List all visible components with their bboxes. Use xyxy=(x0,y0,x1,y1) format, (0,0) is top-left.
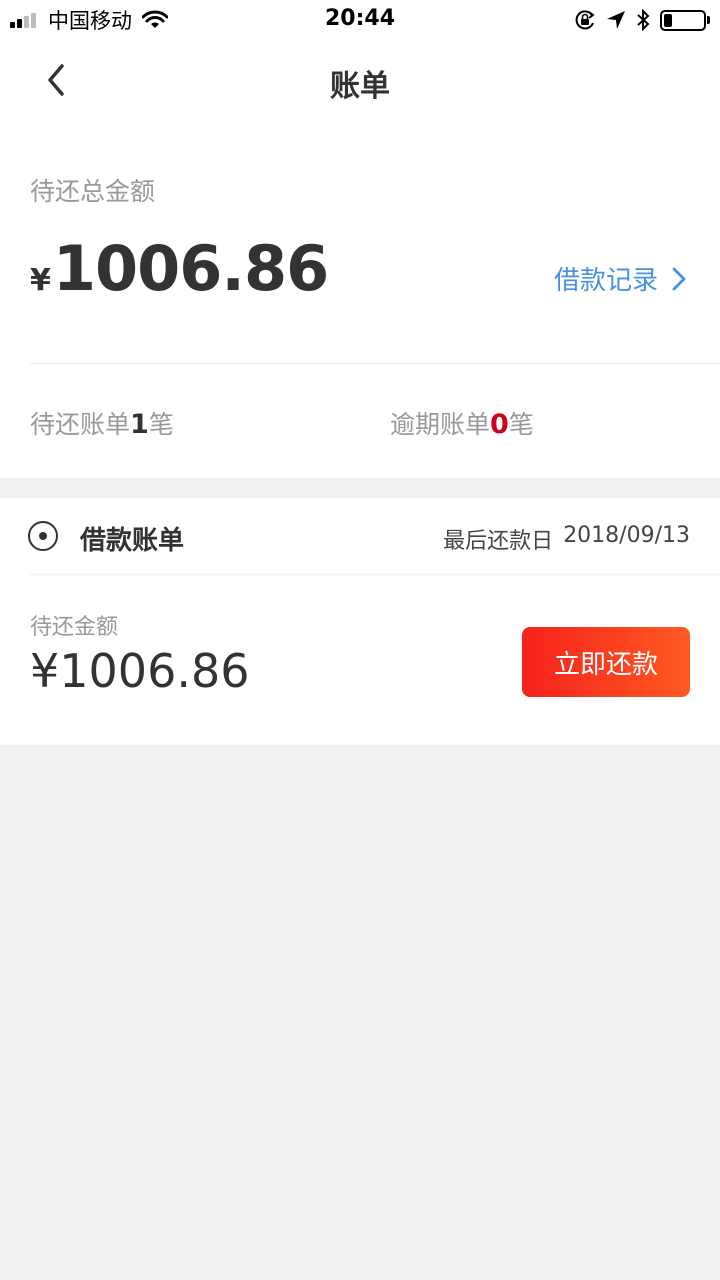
pending-bills-count: 待还账单1笔 xyxy=(30,405,174,441)
due-date-value: 2018/09/13 xyxy=(563,523,690,548)
divider xyxy=(30,574,720,575)
due-date-label: 最后还款日 xyxy=(443,529,554,554)
chevron-right-icon xyxy=(672,267,686,291)
page-title: 账单 xyxy=(330,69,390,104)
battery-fill xyxy=(664,13,672,27)
overdue-bills-number: 0 xyxy=(490,409,509,440)
bill-title: 借款账单 xyxy=(80,526,185,556)
status-bar: 中国移动 20:44 xyxy=(0,0,720,40)
currency-symbol: ¥ xyxy=(30,263,51,298)
nav-bar: 账单 xyxy=(0,40,720,120)
total-amount: ¥ 1006.86 xyxy=(30,232,329,305)
loan-bill-card: 借款账单 最后还款日 2018/09/13 待还金额 ¥1006.86 立即还款 xyxy=(0,498,720,745)
overdue-bills-prefix: 逾期账单 xyxy=(390,410,491,439)
status-right xyxy=(564,8,710,32)
battery-icon xyxy=(660,9,710,31)
location-icon xyxy=(606,10,626,30)
pending-bills-suffix: 笔 xyxy=(148,410,174,439)
loan-record-link[interactable]: 借款记录 xyxy=(554,260,686,297)
pending-bills-number: 1 xyxy=(130,409,149,440)
pending-amount-value: ¥1006.86 xyxy=(30,644,250,698)
bill-header: 借款账单 最后还款日 2018/09/13 xyxy=(0,498,720,574)
loan-record-label: 借款记录 xyxy=(553,266,658,296)
overdue-bills-count: 逾期账单0笔 xyxy=(390,405,534,441)
summary-card: 待还总金额 ¥ 1006.86 借款记录 待还账单1笔 逾期账单0笔 xyxy=(0,120,720,478)
rotation-lock-icon xyxy=(574,9,596,31)
total-amount-value: 1006.86 xyxy=(52,232,329,305)
overdue-bills-suffix: 笔 xyxy=(508,410,534,439)
due-date: 最后还款日 2018/09/13 xyxy=(443,523,690,555)
pending-bills-prefix: 待还账单 xyxy=(30,410,131,439)
bluetooth-icon xyxy=(636,9,650,31)
pending-amount-label: 待还金额 xyxy=(30,615,119,640)
total-amount-label: 待还总金额 xyxy=(30,177,156,206)
divider xyxy=(30,363,720,364)
repay-now-button[interactable]: 立即还款 xyxy=(522,627,690,697)
bill-dot-icon xyxy=(28,521,58,551)
